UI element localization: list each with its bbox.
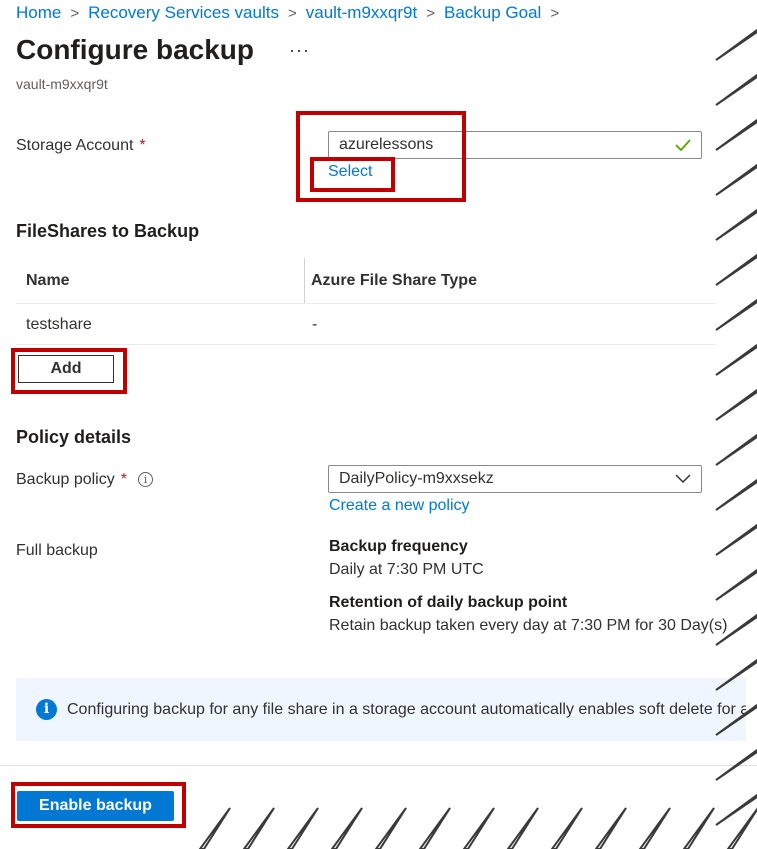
page-title: Configure backup xyxy=(16,34,255,65)
required-marker: * xyxy=(120,471,127,488)
torn-edge-mark xyxy=(715,298,757,331)
backup-frequency-title: Backup frequency xyxy=(329,538,468,555)
torn-edge-mark xyxy=(715,343,757,376)
torn-edge-mark xyxy=(715,253,757,286)
breadcrumb-home[interactable]: Home xyxy=(16,3,61,23)
backup-policy-label: Backup policy * xyxy=(16,471,127,489)
backup-policy-dropdown[interactable]: DailyPolicy-m9xxsekz xyxy=(328,465,702,493)
column-divider[interactable] xyxy=(304,258,305,303)
more-options-button[interactable]: ··· xyxy=(289,40,310,61)
create-policy-link[interactable]: Create a new policy xyxy=(329,497,470,515)
torn-edge-mark xyxy=(715,28,757,61)
column-header-type: Azure File Share Type xyxy=(311,272,477,289)
required-marker: * xyxy=(139,137,146,154)
torn-edge-mark xyxy=(462,807,495,849)
torn-edge-mark xyxy=(506,807,539,849)
breadcrumb-separator: > xyxy=(287,4,297,22)
cell-name: testshare xyxy=(26,316,92,333)
torn-edge-mark xyxy=(726,807,757,849)
full-backup-label: Full backup xyxy=(16,542,98,559)
info-circle-icon: i xyxy=(36,699,57,720)
torn-edge-mark xyxy=(242,807,275,849)
breadcrumb-vault[interactable]: vault-m9xxqr9t xyxy=(306,3,417,23)
retention-title: Retention of daily backup point xyxy=(329,594,568,611)
policy-details-heading: Policy details xyxy=(16,427,132,447)
torn-edge-mark xyxy=(715,73,757,106)
cell-type: - xyxy=(312,316,318,333)
info-banner-text: Configuring backup for any file share in… xyxy=(67,700,746,718)
torn-edge-mark xyxy=(198,807,231,849)
retention-value: Retain backup taken every day at 7:30 PM… xyxy=(329,617,728,634)
torn-edge-mark xyxy=(715,163,757,196)
torn-edge-mark xyxy=(715,793,757,826)
storage-account-label-text: Storage Account xyxy=(16,137,134,154)
table-row[interactable]: testshare - xyxy=(16,304,716,345)
storage-account-label: Storage Account * xyxy=(16,137,146,155)
torn-edge-mark xyxy=(715,568,757,601)
torn-edge-mark xyxy=(715,208,757,241)
torn-edge-mark xyxy=(638,807,671,849)
torn-edge-mark xyxy=(330,807,363,849)
torn-edge-mark xyxy=(418,807,451,849)
torn-edge-mark xyxy=(374,807,407,849)
torn-edge-mark xyxy=(715,118,757,151)
fileshares-table: Name Azure File Share Type testshare - xyxy=(16,258,716,345)
chevron-down-icon xyxy=(675,474,691,484)
breadcrumb-backup-goal[interactable]: Backup Goal xyxy=(444,3,541,23)
breadcrumb: Home > Recovery Services vaults > vault-… xyxy=(16,3,568,23)
torn-edge-mark xyxy=(594,807,627,849)
column-header-name: Name xyxy=(26,272,70,289)
table-header: Name Azure File Share Type xyxy=(16,258,716,304)
breadcrumb-recovery-vaults[interactable]: Recovery Services vaults xyxy=(88,3,279,23)
backup-policy-label-text: Backup policy xyxy=(16,471,115,488)
check-icon xyxy=(675,139,691,151)
info-icon[interactable]: i xyxy=(138,472,153,487)
torn-edge-mark xyxy=(715,523,757,556)
torn-edge-mark xyxy=(682,807,715,849)
torn-edge-mark xyxy=(715,433,757,466)
backup-policy-selected: DailyPolicy-m9xxsekz xyxy=(339,470,494,487)
breadcrumb-separator: > xyxy=(550,4,560,22)
info-banner: i Configuring backup for any file share … xyxy=(16,678,746,741)
highlight-select-box xyxy=(310,157,395,192)
torn-edge-mark xyxy=(715,388,757,421)
footer-divider xyxy=(0,765,757,766)
page-subtitle: vault-m9xxqr9t xyxy=(16,76,108,92)
torn-edge-mark xyxy=(286,807,319,849)
breadcrumb-separator: > xyxy=(70,4,80,22)
torn-edge-mark xyxy=(715,478,757,511)
torn-edge-mark xyxy=(550,807,583,849)
breadcrumb-separator: > xyxy=(426,4,435,22)
backup-frequency-value: Daily at 7:30 PM UTC xyxy=(329,561,484,578)
highlight-add-box xyxy=(11,348,127,394)
highlight-enable-box xyxy=(11,782,186,828)
fileshares-heading: FileShares to Backup xyxy=(16,221,200,241)
